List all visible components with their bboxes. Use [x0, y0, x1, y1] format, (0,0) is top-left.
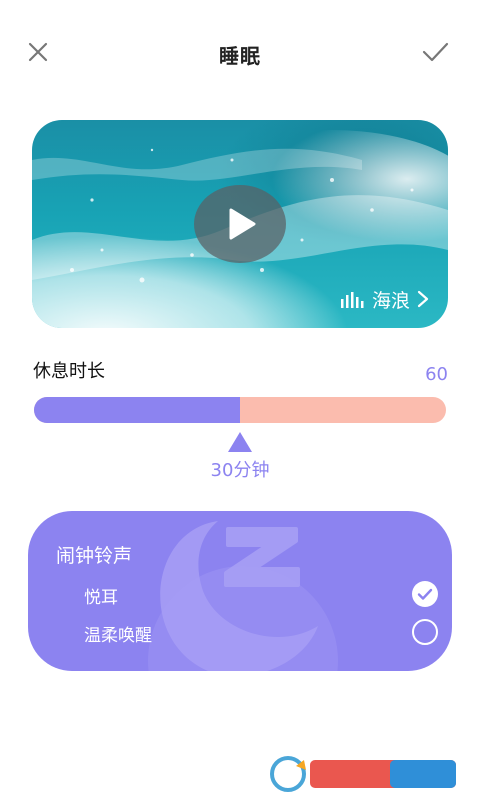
duration-slider-fill [34, 397, 240, 423]
page-title: 睡眠 [219, 44, 261, 68]
duration-slider-track[interactable] [34, 397, 446, 423]
header: 睡眠 [0, 0, 480, 110]
alarm-option-label: 悦耳 [84, 588, 118, 608]
confirm-button[interactable] [420, 38, 450, 66]
watermark-logo [270, 756, 456, 792]
check-icon [422, 42, 449, 62]
duration-slider-handle[interactable] [228, 432, 252, 452]
sleep-settings-screen: 睡眠 海浪 休息时长 60 30分钟 闹钟铃声 悦耳 温柔唤醒 [0, 0, 480, 800]
sound-scene-card[interactable]: 海浪 [32, 120, 448, 328]
sound-name: 海浪 [371, 289, 410, 312]
alarm-ringtone-card: 闹钟铃声 悦耳 温柔唤醒 [28, 511, 452, 671]
chevron-right-icon [417, 290, 429, 308]
duration-max-value: 60 [425, 364, 448, 385]
sound-bars-icon [340, 292, 364, 308]
sound-selector[interactable]: 海浪 [340, 286, 430, 312]
radio-unchecked-icon[interactable] [412, 619, 438, 645]
alarm-option-gentle-wake[interactable]: 温柔唤醒 [84, 619, 438, 649]
play-button[interactable] [194, 185, 286, 263]
duration-current-value: 30分钟 [210, 460, 270, 481]
alarm-option-pleasant[interactable]: 悦耳 [84, 581, 438, 611]
alarm-title: 闹钟铃声 [56, 545, 133, 567]
radio-checked-icon[interactable] [412, 581, 438, 607]
duration-label: 休息时长 [33, 361, 105, 382]
play-icon [229, 208, 256, 240]
alarm-option-label: 温柔唤醒 [84, 626, 152, 646]
